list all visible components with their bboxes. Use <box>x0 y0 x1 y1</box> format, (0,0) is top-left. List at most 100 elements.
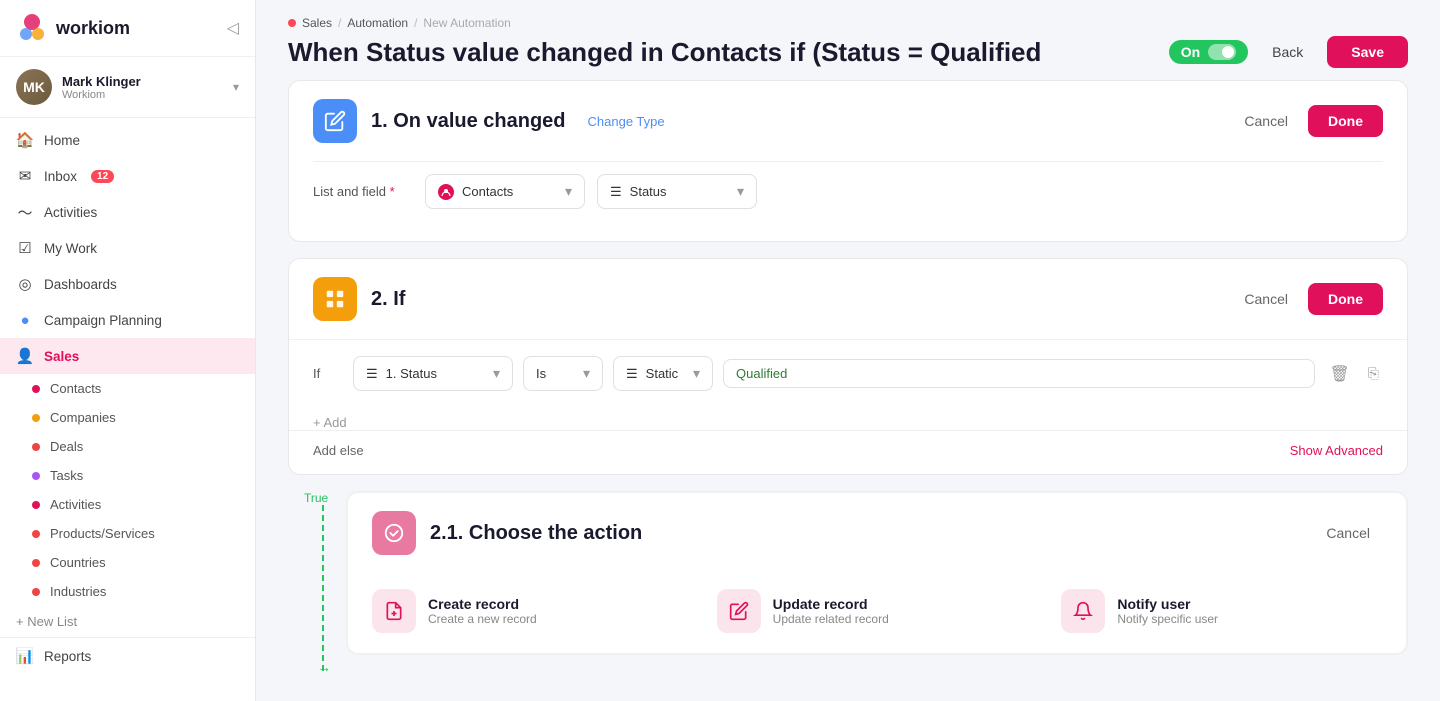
sidebar-item-label: Dashboards <box>44 277 117 292</box>
trigger-done-button[interactable]: Done <box>1308 105 1383 137</box>
sidebar-item-industries[interactable]: Industries <box>0 577 255 606</box>
action-option-update[interactable]: Update record Update related record <box>717 589 1038 633</box>
sidebar-item-label: Home <box>44 133 80 148</box>
create-option-title: Create record <box>428 596 537 612</box>
sidebar-item-dashboards[interactable]: ◎ Dashboards <box>0 266 255 302</box>
update-option-desc: Update related record <box>773 612 889 626</box>
true-label: True <box>304 491 328 505</box>
sidebar-item-activities-sub[interactable]: Activities <box>0 490 255 519</box>
save-button[interactable]: Save <box>1327 36 1408 68</box>
sidebar-item-home[interactable]: 🏠 Home <box>0 122 255 158</box>
true-connector-section: True → 2.1. Choose the <box>288 491 1408 671</box>
condition-dropdown[interactable]: Is ▾ <box>523 356 603 391</box>
home-icon: 🏠 <box>16 131 34 149</box>
page-title: When Status value changed in Contacts if… <box>288 37 1041 68</box>
contacts-dropdown[interactable]: Contacts ▾ <box>425 174 585 209</box>
show-advanced-link[interactable]: Show Advanced <box>1290 443 1383 458</box>
type-dropdown[interactable]: ☰ Static ▾ <box>613 356 713 391</box>
products-dot <box>32 530 40 538</box>
status-dropdown-value: Status <box>630 184 667 199</box>
content-area: 1. On value changed Change Type Cancel D… <box>256 80 1440 701</box>
filter-value-input[interactable]: Qualified <box>723 359 1315 388</box>
back-button[interactable]: Back <box>1260 38 1315 66</box>
toggle-switch[interactable] <box>1208 44 1236 60</box>
copy-condition-icon[interactable]: ⎘ <box>1364 361 1383 386</box>
sidebar-item-label: Inbox <box>44 169 77 184</box>
add-condition-row[interactable]: + Add <box>289 407 1407 430</box>
trigger-field-label: List and field * <box>313 184 413 199</box>
sidebar-subitem-label: Products/Services <box>50 526 155 541</box>
delete-condition-icon[interactable]: 🗑 <box>1325 360 1353 388</box>
user-name: Mark Klinger <box>62 74 223 89</box>
action-icon <box>372 511 416 555</box>
action-card-header: 2.1. Choose the action Cancel <box>348 493 1406 573</box>
status-dropdown[interactable]: ☰ Status ▾ <box>597 174 757 209</box>
update-record-icon <box>717 589 761 633</box>
industries-dot <box>32 588 40 596</box>
new-list-button[interactable]: + New List <box>0 606 255 637</box>
sidebar-subitem-label: Tasks <box>50 468 83 483</box>
sales-icon: 👤 <box>16 347 34 365</box>
toggle-container[interactable]: On <box>1169 40 1248 64</box>
contacts-chevron-icon: ▾ <box>565 183 572 200</box>
trigger-card: 1. On value changed Change Type Cancel D… <box>288 80 1408 242</box>
dashboards-icon: ◎ <box>16 275 34 293</box>
inbox-icon: ✉ <box>16 167 34 185</box>
sidebar-item-label: Reports <box>44 649 91 664</box>
notify-option-title: Notify user <box>1117 596 1218 612</box>
user-chevron-icon: ▾ <box>233 80 239 94</box>
sidebar-subitem-label: Deals <box>50 439 83 454</box>
status-field-value: 1. Status <box>386 366 437 381</box>
add-else-link[interactable]: Add else <box>313 443 364 458</box>
status-field-chevron: ▾ <box>493 365 500 382</box>
update-option-text: Update record Update related record <box>773 596 889 626</box>
trigger-icon <box>313 99 357 143</box>
nav-section: 🏠 Home ✉ Inbox 12 〜 Activities ☑ My Work… <box>0 118 255 678</box>
sidebar-item-sales[interactable]: 👤 Sales <box>0 338 255 374</box>
status-field-dropdown[interactable]: ☰ 1. Status ▾ <box>353 356 513 391</box>
if-condition-row: If ☰ 1. Status ▾ Is ▾ ☰ Static ▾ Qualifi… <box>289 339 1407 407</box>
create-option-text: Create record Create a new record <box>428 596 537 626</box>
if-done-button[interactable]: Done <box>1308 283 1383 315</box>
sidebar-item-reports[interactable]: 📊 Reports <box>0 637 255 674</box>
deals-dot <box>32 443 40 451</box>
sidebar-item-activities[interactable]: 〜 Activities <box>0 194 255 230</box>
sidebar-item-deals[interactable]: Deals <box>0 432 255 461</box>
sidebar-collapse-icon[interactable]: ◁ <box>227 18 239 38</box>
change-type-link[interactable]: Change Type <box>588 114 665 129</box>
condition-value: Is <box>536 366 546 381</box>
sidebar-item-companies[interactable]: Companies <box>0 403 255 432</box>
toggle-label: On <box>1181 44 1200 60</box>
sidebar-item-products[interactable]: Products/Services <box>0 519 255 548</box>
action-option-notify[interactable]: Notify user Notify specific user <box>1061 589 1382 633</box>
sidebar-item-contacts[interactable]: Contacts <box>0 374 255 403</box>
sidebar-subitem-label: Industries <box>50 584 106 599</box>
sidebar-item-work[interactable]: ☑ My Work <box>0 230 255 266</box>
trigger-card-actions: Cancel Done <box>1232 105 1383 137</box>
action-option-create[interactable]: Create record Create a new record <box>372 589 693 633</box>
action-cancel-button[interactable]: Cancel <box>1314 519 1382 547</box>
user-org: Workiom <box>62 89 223 101</box>
condition-chevron: ▾ <box>583 365 590 382</box>
breadcrumb-automation[interactable]: Automation <box>347 16 408 30</box>
sidebar-item-tasks[interactable]: Tasks <box>0 461 255 490</box>
sidebar-header: workiom ◁ <box>0 0 255 57</box>
if-card-header: 2. If Cancel Done <box>289 259 1407 339</box>
breadcrumb-sep2: / <box>414 16 417 30</box>
page-title-row: When Status value changed in Contacts if… <box>288 36 1408 68</box>
countries-dot <box>32 559 40 567</box>
if-card-actions: Cancel Done <box>1232 283 1383 315</box>
notify-user-icon <box>1061 589 1105 633</box>
sidebar: workiom ◁ MK Mark Klinger Workiom ▾ 🏠 Ho… <box>0 0 256 701</box>
sidebar-item-inbox[interactable]: ✉ Inbox 12 <box>0 158 255 194</box>
breadcrumb-dot <box>288 19 296 27</box>
if-cancel-button[interactable]: Cancel <box>1232 283 1300 315</box>
sidebar-item-countries[interactable]: Countries <box>0 548 255 577</box>
avatar: MK <box>16 69 52 105</box>
breadcrumb-sales[interactable]: Sales <box>302 16 332 30</box>
user-section[interactable]: MK Mark Klinger Workiom ▾ <box>0 57 255 118</box>
trigger-cancel-button[interactable]: Cancel <box>1232 105 1300 137</box>
tasks-dot <box>32 472 40 480</box>
sidebar-item-campaign[interactable]: ● Campaign Planning <box>0 302 255 338</box>
sidebar-item-label: Activities <box>44 205 97 220</box>
